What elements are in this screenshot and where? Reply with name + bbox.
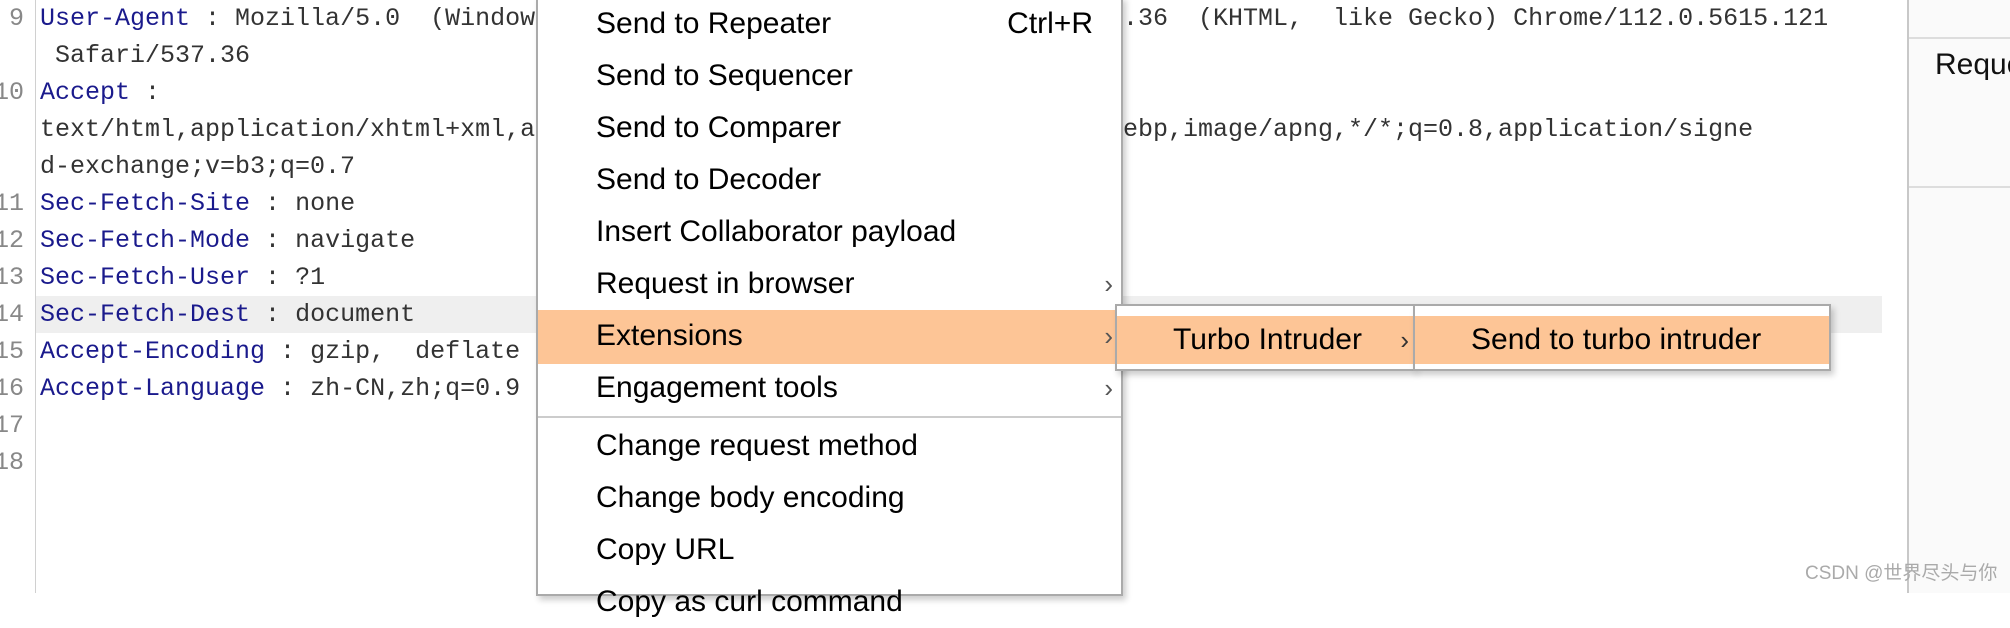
menu-item-copy-as-curl-command[interactable]: Copy as curl command bbox=[538, 576, 1121, 628]
menu-item-label: Turbo Intruder bbox=[1173, 323, 1362, 356]
menu-item-request-in-browser[interactable]: Request in browser › bbox=[538, 258, 1121, 310]
line-text: Accept : bbox=[40, 74, 160, 111]
menu-item-copy-url[interactable]: Copy URL bbox=[538, 524, 1121, 576]
header-value-continuation: d-exchange;v=b3;q=0.7 bbox=[40, 152, 356, 181]
line-text: text/html,application/xhtml+xml,a bbox=[40, 111, 535, 148]
menu-separator bbox=[538, 416, 1121, 418]
header-separator: : bbox=[250, 226, 296, 255]
header-name: Sec-Fetch-Site bbox=[40, 189, 251, 218]
menu-item-label: Send to turbo intruder bbox=[1471, 323, 1762, 356]
menu-item-engagement-tools[interactable]: Engagement tools › bbox=[538, 362, 1121, 414]
line-text: Accept-Language : zh-CN,zh;q=0.9 bbox=[40, 370, 520, 407]
menu-item-change-request-method[interactable]: Change request method bbox=[538, 420, 1121, 472]
line-text: Sec-Fetch-Dest : document bbox=[40, 296, 415, 333]
line-number: 12 bbox=[0, 226, 24, 255]
line-number: 11 bbox=[0, 189, 24, 218]
line-number: 13 bbox=[0, 263, 24, 292]
menu-item-send-to-turbo-intruder[interactable]: Send to turbo intruder bbox=[1415, 316, 1829, 364]
menu-item-label: Engagement tools bbox=[596, 371, 838, 404]
menu-item-send-to-decoder[interactable]: Send to Decoder bbox=[538, 154, 1121, 206]
divider bbox=[1909, 186, 2010, 188]
header-separator: : bbox=[190, 4, 236, 33]
chevron-right-icon: › bbox=[1104, 373, 1113, 403]
header-value: navigate bbox=[295, 226, 416, 255]
header-value: ?1 bbox=[295, 263, 326, 292]
header-name: Accept-Encoding bbox=[40, 337, 266, 366]
chevron-right-icon: › bbox=[1400, 325, 1409, 355]
line-number: 15 bbox=[0, 337, 24, 366]
chevron-right-icon: › bbox=[1104, 321, 1113, 351]
divider bbox=[1909, 37, 2010, 39]
chevron-right-icon: › bbox=[1104, 269, 1113, 299]
header-value: none bbox=[295, 189, 356, 218]
menu-item-label: Send to Decoder bbox=[596, 163, 822, 196]
header-separator: : bbox=[250, 189, 296, 218]
line-text: User-Agent : Mozilla/5.0 (Windows bbox=[40, 0, 550, 37]
extensions-submenu: Turbo Intruder › bbox=[1115, 304, 1415, 371]
line-text: Safari/537.36 bbox=[40, 37, 250, 74]
header-name: Sec-Fetch-User bbox=[40, 263, 251, 292]
line-text: d-exchange;v=b3;q=0.7 bbox=[40, 148, 355, 185]
menu-item-label: Send to Sequencer bbox=[596, 59, 853, 92]
menu-item-label: Extensions bbox=[596, 319, 743, 352]
header-value: zh-CN,zh;q=0.9 bbox=[310, 374, 521, 403]
watermark: CSDN @世界尽头与你 bbox=[1805, 563, 1998, 584]
menu-item-label: Copy as curl command bbox=[596, 585, 903, 618]
header-name: Accept-Language bbox=[40, 374, 266, 403]
line-number: 14 bbox=[0, 300, 24, 329]
menu-item-change-body-encoding[interactable]: Change body encoding bbox=[538, 472, 1121, 524]
menu-item-send-to-sequencer[interactable]: Send to Sequencer bbox=[538, 50, 1121, 102]
header-name: Accept bbox=[40, 78, 131, 107]
header-value: Mozilla/5.0 (Windows bbox=[235, 4, 551, 33]
line-text: Accept-Encoding : gzip, deflate bbox=[40, 333, 520, 370]
header-value: document bbox=[295, 300, 416, 329]
shortcut-label: Ctrl+R bbox=[1007, 7, 1093, 40]
header-separator: : bbox=[265, 337, 311, 366]
menu-item-label: Copy URL bbox=[596, 533, 735, 566]
menu-item-turbo-intruder[interactable]: Turbo Intruder › bbox=[1117, 316, 1413, 364]
header-name: Sec-Fetch-Dest bbox=[40, 300, 251, 329]
menu-item-send-to-comparer[interactable]: Send to Comparer bbox=[538, 102, 1121, 154]
header-name: User-Agent bbox=[40, 4, 191, 33]
menu-item-label: Change request method bbox=[596, 429, 918, 462]
line-number: 10 bbox=[0, 78, 24, 107]
line-number: 16 bbox=[0, 374, 24, 403]
header-value-continued: ebp,image/apng,*/*;q=0.8,application/sig… bbox=[1123, 115, 1754, 144]
header-value-continued: .36 (KHTML, like Gecko) Chrome/112.0.561… bbox=[1123, 4, 1829, 33]
menu-item-label: Send to Repeater bbox=[596, 7, 832, 40]
header-value-continuation: Safari/537.36 bbox=[40, 41, 251, 70]
request-attributes-label[interactable]: Reque bbox=[1935, 48, 2010, 82]
context-menu: Send to Repeater Ctrl+R Send to Sequencer S… bbox=[536, 0, 1123, 618]
line-number: 18 bbox=[0, 448, 24, 477]
header-value: gzip, deflate bbox=[310, 337, 521, 366]
header-separator: : bbox=[265, 374, 311, 403]
line-text: Sec-Fetch-User : ?1 bbox=[40, 259, 325, 296]
menu-item-send-to-repeater[interactable]: Send to Repeater Ctrl+R bbox=[538, 0, 1121, 50]
menu-item-label: Change body encoding bbox=[596, 481, 905, 514]
header-name: Sec-Fetch-Mode bbox=[40, 226, 251, 255]
menu-item-insert-collaborator-payload[interactable]: Insert Collaborator payload bbox=[538, 206, 1121, 258]
inspector-panel: Reque bbox=[1907, 0, 2010, 593]
menu-item-extensions[interactable]: Extensions › bbox=[538, 310, 1121, 364]
header-separator: : bbox=[130, 78, 161, 107]
line-text: Sec-Fetch-Site : none bbox=[40, 185, 355, 222]
menu-item-label: Send to Comparer bbox=[596, 111, 842, 144]
header-value-continuation: text/html,application/xhtml+xml,a bbox=[40, 115, 536, 144]
menu-item-label: Insert Collaborator payload bbox=[596, 215, 957, 248]
line-text: Sec-Fetch-Mode : navigate bbox=[40, 222, 415, 259]
line-number: 9 bbox=[8, 4, 24, 33]
header-separator: : bbox=[250, 300, 296, 329]
header-separator: : bbox=[250, 263, 296, 292]
line-number: 17 bbox=[0, 411, 24, 440]
menu-item-label: Request in browser bbox=[596, 267, 855, 300]
turbo-intruder-submenu: Send to turbo intruder bbox=[1413, 304, 1831, 371]
